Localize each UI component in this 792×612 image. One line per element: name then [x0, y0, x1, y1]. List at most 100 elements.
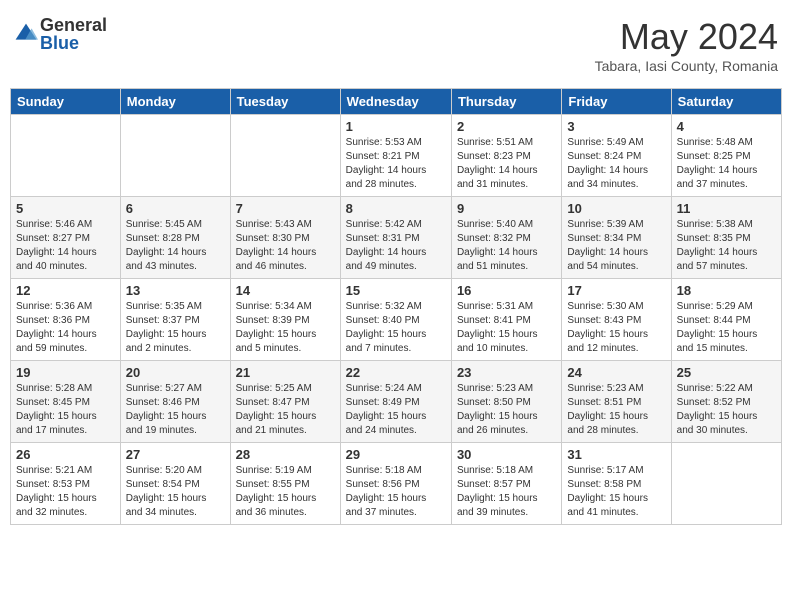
day-number: 2 — [457, 119, 556, 134]
day-number: 8 — [346, 201, 446, 216]
day-number: 9 — [457, 201, 556, 216]
day-info: Sunrise: 5:17 AM Sunset: 8:58 PM Dayligh… — [567, 464, 665, 520]
day-number: 30 — [457, 447, 556, 462]
calendar-body: 1 Sunrise: 5:53 AM Sunset: 8:21 PM Daylig… — [11, 115, 782, 525]
calendar-cell — [120, 115, 230, 197]
calendar-cell: 2 Sunrise: 5:51 AM Sunset: 8:23 PM Daylig… — [451, 115, 561, 197]
calendar-cell: 28 Sunrise: 5:19 AM Sunset: 8:55 PM Dayli… — [230, 443, 340, 525]
calendar-cell: 20Sunrise: 5:27 AM Sunset: 8:46 PM Dayli… — [120, 361, 230, 443]
day-info: Sunrise: 5:29 AM Sunset: 8:44 PM Dayligh… — [677, 300, 776, 356]
day-number: 25 — [677, 365, 776, 380]
calendar-cell: 27 Sunrise: 5:20 AM Sunset: 8:54 PM Dayli… — [120, 443, 230, 525]
calendar-cell: 16Sunrise: 5:31 AM Sunset: 8:41 PM Dayli… — [451, 279, 561, 361]
calendar-header-row: SundayMondayTuesdayWednesdayThursdayFrid… — [11, 89, 782, 115]
calendar-cell: 22Sunrise: 5:24 AM Sunset: 8:49 PM Dayli… — [340, 361, 451, 443]
calendar-cell: 7Sunrise: 5:43 AM Sunset: 8:30 PM Daylig… — [230, 197, 340, 279]
calendar-cell: 26 Sunrise: 5:21 AM Sunset: 8:53 PM Dayli… — [11, 443, 121, 525]
calendar-week-row: 19Sunrise: 5:28 AM Sunset: 8:45 PM Dayli… — [11, 361, 782, 443]
calendar-cell: 11 Sunrise: 5:38 AM Sunset: 8:35 PM Dayli… — [671, 197, 781, 279]
calendar-cell: 18 Sunrise: 5:29 AM Sunset: 8:44 PM Dayli… — [671, 279, 781, 361]
day-number: 11 — [677, 201, 776, 216]
calendar-cell: 13 Sunrise: 5:35 AM Sunset: 8:37 PM Dayli… — [120, 279, 230, 361]
calendar-cell — [671, 443, 781, 525]
day-info: Sunrise: 5:39 AM Sunset: 8:34 PM Dayligh… — [567, 218, 665, 274]
day-info: Sunrise: 5:23 AM Sunset: 8:50 PM Dayligh… — [457, 382, 556, 438]
day-info: Sunrise: 5:49 AM Sunset: 8:24 PM Dayligh… — [567, 136, 665, 192]
calendar-week-row: 26 Sunrise: 5:21 AM Sunset: 8:53 PM Dayli… — [11, 443, 782, 525]
day-number: 23 — [457, 365, 556, 380]
calendar-week-row: 1 Sunrise: 5:53 AM Sunset: 8:21 PM Daylig… — [11, 115, 782, 197]
calendar-cell: 21 Sunrise: 5:25 AM Sunset: 8:47 PM Dayli… — [230, 361, 340, 443]
day-info: Sunrise: 5:35 AM Sunset: 8:37 PM Dayligh… — [126, 300, 225, 356]
day-number: 31 — [567, 447, 665, 462]
day-number: 24 — [567, 365, 665, 380]
day-number: 10 — [567, 201, 665, 216]
weekday-header: Saturday — [671, 89, 781, 115]
day-info: Sunrise: 5:46 AM Sunset: 8:27 PM Dayligh… — [16, 218, 115, 274]
month-title: May 2024 — [595, 16, 778, 58]
day-info: Sunrise: 5:34 AM Sunset: 8:39 PM Dayligh… — [236, 300, 335, 356]
day-info: Sunrise: 5:24 AM Sunset: 8:49 PM Dayligh… — [346, 382, 446, 438]
day-number: 13 — [126, 283, 225, 298]
day-info: Sunrise: 5:40 AM Sunset: 8:32 PM Dayligh… — [457, 218, 556, 274]
day-info: Sunrise: 5:18 AM Sunset: 8:57 PM Dayligh… — [457, 464, 556, 520]
day-number: 15 — [346, 283, 446, 298]
calendar-cell: 5Sunrise: 5:46 AM Sunset: 8:27 PM Daylig… — [11, 197, 121, 279]
calendar-cell: 10 Sunrise: 5:39 AM Sunset: 8:34 PM Dayli… — [562, 197, 671, 279]
day-info: Sunrise: 5:18 AM Sunset: 8:56 PM Dayligh… — [346, 464, 446, 520]
day-number: 20 — [126, 365, 225, 380]
day-info: Sunrise: 5:36 AM Sunset: 8:36 PM Dayligh… — [16, 300, 115, 356]
day-number: 26 — [16, 447, 115, 462]
calendar-cell: 23 Sunrise: 5:23 AM Sunset: 8:50 PM Dayli… — [451, 361, 561, 443]
weekday-header: Sunday — [11, 89, 121, 115]
calendar-cell: 12 Sunrise: 5:36 AM Sunset: 8:36 PM Dayli… — [11, 279, 121, 361]
day-info: Sunrise: 5:21 AM Sunset: 8:53 PM Dayligh… — [16, 464, 115, 520]
day-info: Sunrise: 5:53 AM Sunset: 8:21 PM Dayligh… — [346, 136, 446, 192]
logo-general: General — [40, 16, 107, 34]
weekday-header: Monday — [120, 89, 230, 115]
calendar-week-row: 12 Sunrise: 5:36 AM Sunset: 8:36 PM Dayli… — [11, 279, 782, 361]
day-info: Sunrise: 5:51 AM Sunset: 8:23 PM Dayligh… — [457, 136, 556, 192]
calendar-cell — [11, 115, 121, 197]
calendar-cell — [230, 115, 340, 197]
day-info: Sunrise: 5:25 AM Sunset: 8:47 PM Dayligh… — [236, 382, 335, 438]
calendar-cell: 14 Sunrise: 5:34 AM Sunset: 8:39 PM Dayli… — [230, 279, 340, 361]
calendar-cell: 31 Sunrise: 5:17 AM Sunset: 8:58 PM Dayli… — [562, 443, 671, 525]
day-number: 19 — [16, 365, 115, 380]
day-info: Sunrise: 5:23 AM Sunset: 8:51 PM Dayligh… — [567, 382, 665, 438]
day-info: Sunrise: 5:32 AM Sunset: 8:40 PM Dayligh… — [346, 300, 446, 356]
day-info: Sunrise: 5:31 AM Sunset: 8:41 PM Dayligh… — [457, 300, 556, 356]
logo-icon — [14, 22, 38, 46]
day-number: 29 — [346, 447, 446, 462]
calendar-cell: 1 Sunrise: 5:53 AM Sunset: 8:21 PM Daylig… — [340, 115, 451, 197]
calendar-cell: 19Sunrise: 5:28 AM Sunset: 8:45 PM Dayli… — [11, 361, 121, 443]
day-number: 28 — [236, 447, 335, 462]
day-number: 1 — [346, 119, 446, 134]
calendar-table: SundayMondayTuesdayWednesdayThursdayFrid… — [10, 88, 782, 525]
day-info: Sunrise: 5:48 AM Sunset: 8:25 PM Dayligh… — [677, 136, 776, 192]
logo: General Blue — [14, 16, 107, 52]
day-number: 12 — [16, 283, 115, 298]
calendar-cell: 3 Sunrise: 5:49 AM Sunset: 8:24 PM Daylig… — [562, 115, 671, 197]
day-info: Sunrise: 5:42 AM Sunset: 8:31 PM Dayligh… — [346, 218, 446, 274]
day-number: 21 — [236, 365, 335, 380]
day-info: Sunrise: 5:45 AM Sunset: 8:28 PM Dayligh… — [126, 218, 225, 274]
location-subtitle: Tabara, Iasi County, Romania — [595, 58, 778, 74]
day-info: Sunrise: 5:43 AM Sunset: 8:30 PM Dayligh… — [236, 218, 335, 274]
day-number: 27 — [126, 447, 225, 462]
calendar-cell: 6 Sunrise: 5:45 AM Sunset: 8:28 PM Daylig… — [120, 197, 230, 279]
day-info: Sunrise: 5:38 AM Sunset: 8:35 PM Dayligh… — [677, 218, 776, 274]
day-info: Sunrise: 5:22 AM Sunset: 8:52 PM Dayligh… — [677, 382, 776, 438]
day-number: 18 — [677, 283, 776, 298]
calendar-week-row: 5Sunrise: 5:46 AM Sunset: 8:27 PM Daylig… — [11, 197, 782, 279]
day-number: 6 — [126, 201, 225, 216]
day-info: Sunrise: 5:20 AM Sunset: 8:54 PM Dayligh… — [126, 464, 225, 520]
calendar-cell: 9 Sunrise: 5:40 AM Sunset: 8:32 PM Daylig… — [451, 197, 561, 279]
day-number: 14 — [236, 283, 335, 298]
weekday-header: Wednesday — [340, 89, 451, 115]
logo-blue: Blue — [40, 34, 107, 52]
calendar-cell: 4Sunrise: 5:48 AM Sunset: 8:25 PM Daylig… — [671, 115, 781, 197]
title-block: May 2024 Tabara, Iasi County, Romania — [595, 16, 778, 74]
day-info: Sunrise: 5:19 AM Sunset: 8:55 PM Dayligh… — [236, 464, 335, 520]
day-number: 3 — [567, 119, 665, 134]
